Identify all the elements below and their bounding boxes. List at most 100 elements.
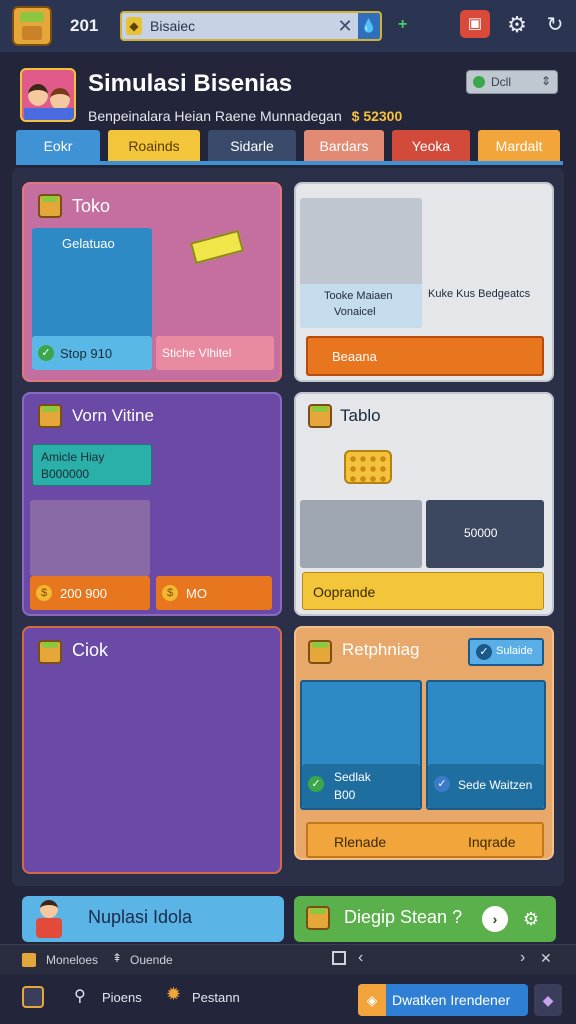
rlenade-button[interactable]: Rlenade Inqrade — [306, 822, 544, 858]
card-title: Ciok — [72, 640, 109, 660]
gear-icon[interactable]: ⚙ — [518, 906, 544, 932]
close-icon[interactable]: ✕ — [540, 950, 552, 967]
nav-item[interactable]: Pioens — [102, 990, 142, 1005]
beaana-button[interactable]: Beaana — [306, 336, 544, 376]
tab-roainds[interactable]: Roainds — [108, 130, 200, 162]
tile-info: ✓ Sede Waitzen — [428, 764, 544, 808]
search-input[interactable] — [150, 15, 320, 37]
tab-bardars[interactable]: Bardars — [304, 130, 384, 162]
coin-icon: ◈ — [358, 984, 386, 1016]
gear-icon[interactable]: ⚙ — [502, 10, 532, 40]
close-icon[interactable]: ✕ — [334, 15, 356, 37]
price-pill: ✓ Stop 910 — [32, 336, 152, 370]
crate-icon — [38, 194, 62, 218]
crate-icon — [308, 640, 332, 664]
shield-icon: ✓ — [476, 644, 492, 660]
tab-mardalt[interactable]: Mardalt — [478, 130, 560, 162]
page-subtitle: Benpeinalara Heian Raene Munnadegan $ 52… — [88, 108, 403, 124]
shop-upgrade-tile[interactable]: Tooke Maiaen Vonaicel — [300, 198, 422, 328]
chevron-updown-icon: ⇕ — [540, 74, 551, 88]
status-badge[interactable]: ✓ Sulaide — [468, 638, 544, 666]
card-title: Toko — [72, 196, 111, 216]
tile-label: Gelatuao — [62, 236, 115, 251]
stock-tile: 50000 — [426, 500, 544, 568]
feature-idola[interactable]: Nuplasi Idola — [22, 896, 284, 942]
tab-sidarle[interactable]: Sidarle — [208, 130, 296, 162]
tag-icon: ◆ — [126, 17, 142, 35]
card-ciok[interactable]: Ciok — [22, 626, 282, 874]
tile-caption: Tooke Maiaen — [324, 290, 393, 302]
home-icon[interactable] — [22, 986, 44, 1008]
tab-underline — [16, 161, 563, 165]
cart-icon — [194, 440, 238, 480]
character-icon — [32, 900, 66, 938]
forward-icon[interactable]: › — [520, 949, 525, 967]
cta-button[interactable]: ◈ Dwatken Irendener — [358, 984, 528, 1016]
info-pill: Amicle Hiay B000000 — [32, 444, 152, 486]
check-icon: ✓ — [308, 776, 324, 792]
card-title: Retphniag — [342, 640, 420, 659]
shop-icon — [326, 220, 388, 268]
drop-icon[interactable]: ◆ — [534, 984, 562, 1016]
card-tabla[interactable]: Tablo 50000 Ooprande — [294, 392, 554, 616]
nav-item[interactable]: Pestann — [192, 990, 240, 1005]
window-icon[interactable] — [332, 951, 346, 965]
hut-icon — [188, 266, 242, 314]
check-icon: ✓ — [434, 776, 450, 792]
tab-eokr[interactable]: Eokr — [16, 130, 100, 162]
crate-icon — [38, 404, 62, 428]
coin-icon: $ — [36, 585, 52, 601]
tab-yeoka[interactable]: Yeoka — [392, 130, 470, 162]
status-bar: Moneloes ⇞ Ouende ‹ › ✕ — [0, 944, 576, 974]
feature-label: Diegip Stean ? — [344, 907, 463, 927]
crate-icon — [22, 953, 36, 967]
tile-info: ✓ Sedlak B00 — [302, 764, 420, 808]
coin-icon: $ — [162, 585, 178, 601]
refine-tile[interactable]: ✓ Sedlak B00 — [300, 680, 422, 810]
tile-caption: Vonaicel — [334, 306, 376, 318]
card-toko[interactable]: Toko Gelatuao ✓ Stop 910 Stiche Vlhitel — [22, 182, 282, 382]
check-icon: ✓ — [38, 345, 54, 361]
card-title: Vorn Vitine — [72, 406, 154, 425]
avatar[interactable] — [20, 68, 76, 122]
feature-label: Nuplasi Idola — [88, 907, 193, 927]
cart-icon — [58, 680, 102, 720]
shop-tile[interactable] — [300, 500, 422, 568]
card-refining[interactable]: Retphniag ✓ Sulaide ✓ Sedlak B00 ✓ Sede … — [294, 626, 554, 860]
card-title: Tablo — [340, 406, 381, 425]
stock-value: 50000 — [464, 526, 498, 540]
app-logo-icon[interactable] — [12, 6, 52, 46]
price-pill: $ 200 900 — [30, 576, 150, 610]
plus-icon[interactable]: + — [398, 16, 407, 34]
cart-icon — [192, 684, 236, 724]
shop-icon — [328, 510, 390, 558]
box-icon — [66, 514, 112, 556]
basket-icon — [194, 514, 242, 558]
gear-icon[interactable]: ✹ — [166, 984, 181, 1005]
main-grid: Toko Gelatuao ✓ Stop 910 Stiche Vlhitel … — [12, 168, 564, 886]
crate-icon — [308, 404, 332, 428]
next-icon[interactable]: › — [482, 906, 508, 932]
shop-tile[interactable]: Gelatuao ✓ Stop 910 — [32, 228, 152, 370]
status-item[interactable]: Moneloes — [46, 953, 98, 967]
side-label: Kuke Kus Bedgeatcs — [428, 288, 531, 300]
status-item[interactable]: Ouende — [130, 953, 173, 967]
refine-tile[interactable]: ✓ Sede Waitzen — [426, 680, 546, 810]
tab-bar: Eokr Roainds Sidarle Bardars Yeoka Marda… — [16, 130, 560, 162]
search-bar[interactable]: ◆ ✕ 💧 — [120, 11, 382, 41]
card-shop-upgrade[interactable]: Tooke Maiaen Vonaicel Kuke Kus Bedgeatcs… — [294, 182, 554, 382]
sync-icon[interactable]: ↻ — [540, 10, 570, 40]
counter-label: 201 — [70, 16, 99, 35]
back-icon[interactable]: ‹ — [358, 949, 363, 967]
ooprande-button[interactable]: Ooprande — [302, 572, 544, 610]
search-icon[interactable]: ⚲ — [74, 986, 86, 1006]
feature-stean[interactable]: Diegip Stean ? › ⚙ — [294, 896, 556, 942]
gift-icon[interactable]: ▣ — [460, 10, 490, 38]
money-counter: $ 52300 — [351, 108, 403, 124]
shop-icon — [60, 268, 122, 316]
side-label: Stiche Vlhitel — [156, 336, 274, 370]
drop-icon[interactable]: 💧 — [358, 13, 380, 39]
card-vorn[interactable]: Vorn Vitine Amicle Hiay B000000 $ 200 90… — [22, 392, 282, 616]
shop-tile[interactable] — [30, 500, 150, 576]
reset-button[interactable]: Dcll ⇕ — [466, 70, 558, 94]
